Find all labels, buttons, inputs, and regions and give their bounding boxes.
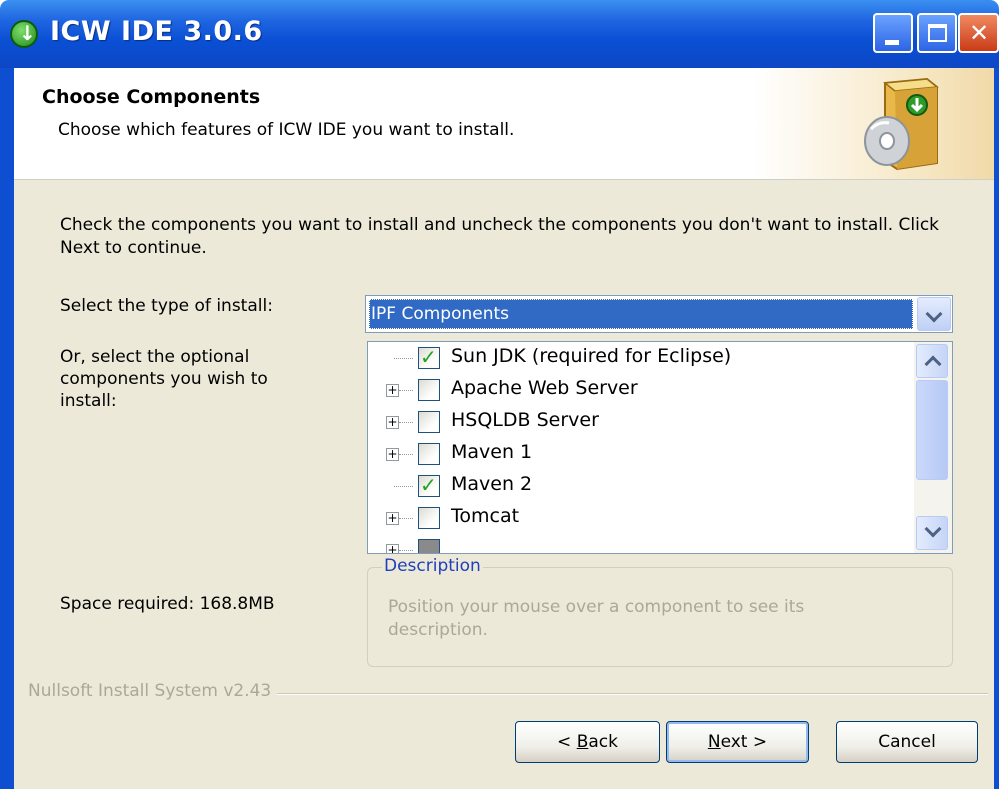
tree-connector [394,358,413,359]
tree-item-label: Maven 1 [451,441,533,463]
page-body: Check the components you want to install… [14,180,994,789]
maximize-button[interactable] [917,13,957,53]
next-button[interactable]: Next > [666,721,809,763]
back-button[interactable]: < Back [515,721,660,763]
tree-item-hsqldb-server[interactable]: + HSQLDB Server [368,406,913,438]
installer-window: ICW IDE 3.0.6 Choose Components Choose w… [0,0,999,789]
title-bar[interactable]: ICW IDE 3.0.6 [0,0,999,68]
expand-icon[interactable]: + [386,448,399,461]
components-tree[interactable]: Sun JDK (required for Eclipse) + Apache … [367,341,953,554]
checkbox-tomcat[interactable] [418,507,440,529]
tree-item-label: Apache Web Server [451,377,638,399]
back-rest: ack [588,732,618,752]
tree-item-tomcat[interactable]: + Tomcat [368,502,913,534]
tree-item-maven-1[interactable]: + Maven 1 [368,438,913,470]
window-title: ICW IDE 3.0.6 [50,16,263,47]
chevron-down-icon[interactable] [917,297,951,331]
page-title: Choose Components [42,86,261,108]
next-rest: ext > [720,732,768,752]
checkbox-apache-web-server[interactable] [418,379,440,401]
branding-text: Nullsoft Install System v2.43 [28,681,278,701]
tree-connector [399,518,413,519]
tree-item-label: Tomcat [451,505,520,527]
tree-item-label: Sun JDK (required for Eclipse) [451,345,732,367]
tree-item-label: HSQLDB Server [451,409,599,431]
checkbox-hsqldb-server[interactable] [418,411,440,433]
checkbox-maven-2[interactable] [418,473,440,497]
page-subtitle: Choose which features of ICW IDE you wan… [58,120,515,140]
tree-connector [399,422,413,423]
tree-connector [399,390,413,391]
optional-components-label: Or, select the optional components you w… [60,347,268,411]
tree-connector [394,486,413,487]
tree-item-label: Maven 2 [451,473,533,495]
minimize-button[interactable] [873,13,913,53]
scroll-up-icon[interactable] [916,344,948,378]
window-frame-left [0,68,14,789]
window-frame-right [994,68,999,789]
tree-connector [399,550,413,551]
tree-item-partial[interactable]: + [368,534,913,553]
next-mnemonic: N [707,732,721,752]
installer-app-icon [10,20,38,48]
back-prefix: < [557,732,577,752]
install-type-label: Select the type of install: [60,296,273,316]
tree-item-sun-jdk[interactable]: Sun JDK (required for Eclipse) [368,342,913,374]
install-type-select[interactable]: IPF Components [365,295,953,333]
tree-connector [399,454,413,455]
checkbox-partial[interactable] [418,539,440,553]
back-mnemonic: B [576,732,589,752]
tree-item-apache-web-server[interactable]: + Apache Web Server [368,374,913,406]
tree-scrollbar[interactable] [914,342,952,553]
checkbox-sun-jdk[interactable] [418,345,440,369]
space-required-text: Space required: 168.8MB [60,594,275,614]
scrollbar-thumb[interactable] [916,380,948,480]
expand-icon[interactable]: + [386,384,399,397]
cancel-button[interactable]: Cancel [836,721,978,763]
description-title: Description [382,556,483,576]
installer-box-icon [864,77,939,171]
install-type-value: IPF Components [369,299,913,329]
tree-item-maven-2[interactable]: Maven 2 [368,470,913,502]
expand-icon[interactable]: + [386,512,399,525]
description-group: Description Position your mouse over a c… [367,556,953,667]
instructions-text: Check the components you want to install… [60,215,940,258]
expand-icon[interactable]: + [386,416,399,429]
page-header: Choose Components Choose which features … [14,68,994,180]
checkbox-maven-1[interactable] [418,443,440,465]
close-button[interactable] [958,13,999,53]
description-text: Position your mouse over a component to … [388,597,805,640]
scroll-down-icon[interactable] [916,516,948,550]
expand-icon[interactable]: + [386,544,399,553]
